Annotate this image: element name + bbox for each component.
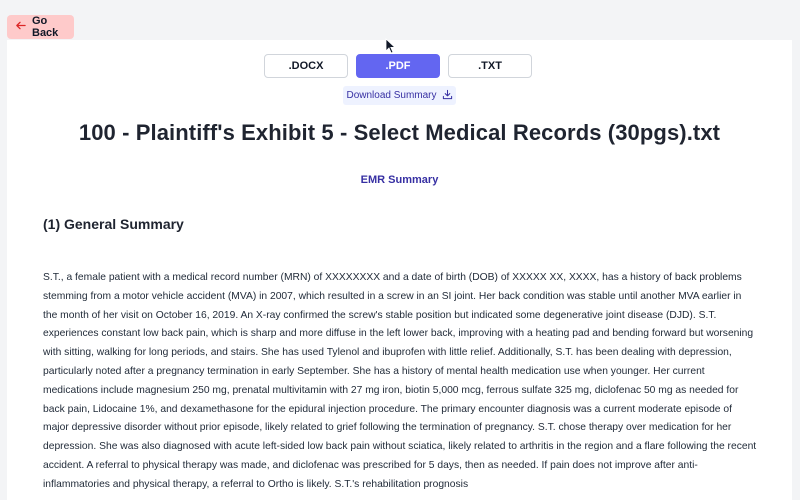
document-title: 100 - Plaintiff's Exhibit 5 - Select Med… (78, 120, 721, 145)
format-pdf-button[interactable]: .PDF (356, 54, 440, 78)
format-selector: .DOCX .PDF .TXT (264, 54, 532, 78)
format-docx-button[interactable]: .DOCX (264, 54, 348, 78)
top-bar: Go Back (0, 0, 800, 40)
download-summary-button[interactable]: Download Summary (343, 86, 456, 105)
mouse-cursor-icon (385, 38, 397, 54)
format-txt-button[interactable]: .TXT (448, 54, 532, 78)
download-summary-label: Download Summary (346, 90, 437, 101)
go-back-label: Go Back (32, 15, 59, 39)
download-icon (442, 89, 453, 103)
summary-card: .DOCX .PDF .TXT Download Summary 100 - P… (7, 40, 792, 500)
summary-paragraph: S.T., a female patient with a medical re… (43, 272, 757, 490)
go-back-button[interactable]: Go Back (7, 15, 74, 39)
arrow-left-icon (15, 20, 26, 34)
emr-summary-link[interactable]: EMR Summary (7, 174, 792, 186)
section-title: (1) General Summary (43, 216, 184, 232)
